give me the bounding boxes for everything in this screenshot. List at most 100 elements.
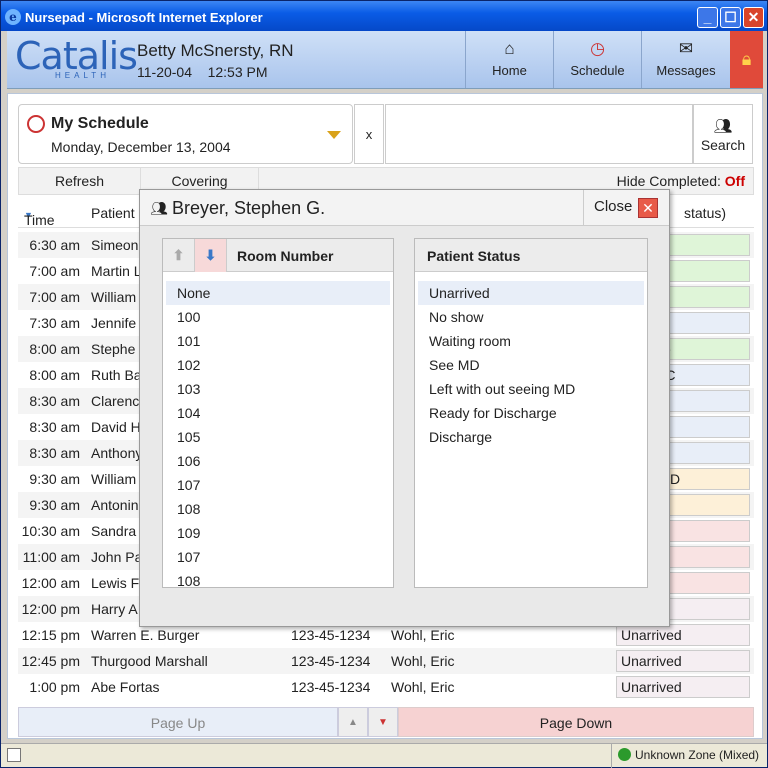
- row-patient: Lewis F: [91, 575, 140, 591]
- status-option[interactable]: See MD: [418, 353, 644, 377]
- pager: Page Up ▲ ▼ Page Down: [18, 707, 754, 737]
- status-option[interactable]: Discharge: [418, 425, 644, 449]
- row-time: 9:30 am: [29, 471, 80, 487]
- row-time: 11:00 am: [22, 549, 80, 565]
- row-doctor: Wohl, Eric: [391, 679, 455, 695]
- row-time: 7:00 am: [29, 289, 80, 305]
- row-status[interactable]: Unarrived: [616, 624, 750, 646]
- room-option[interactable]: 109: [166, 521, 390, 545]
- row-time: 7:00 am: [29, 263, 80, 279]
- row-patient: Jennife: [91, 315, 137, 331]
- row-time: 9:30 am: [29, 497, 80, 513]
- row-time: 12:00 am: [21, 575, 80, 591]
- minimize-button[interactable]: _: [697, 7, 718, 28]
- room-option[interactable]: None: [166, 281, 390, 305]
- page-up-button[interactable]: Page Up: [18, 707, 338, 737]
- room-option[interactable]: 104: [166, 401, 390, 425]
- row-patient: Martin L: [91, 263, 142, 279]
- room-option[interactable]: 106: [166, 449, 390, 473]
- page-down-button[interactable]: Page Down: [398, 707, 754, 737]
- row-patient: Thurgood Marshall: [91, 653, 208, 669]
- close-icon: ✕: [638, 198, 658, 218]
- row-time: 12:00 pm: [21, 601, 80, 617]
- header-datetime: 11-20-04 12:53 PM: [137, 64, 268, 80]
- room-list: None 100 101 102 103 104 105 106 107 108 109 107 108: [166, 281, 390, 587]
- clock-icon: ◷: [590, 39, 605, 58]
- maximize-button[interactable]: ☐: [720, 7, 741, 28]
- catalis-logo: Catalis HEALTH: [15, 34, 138, 80]
- scroll-up-arrow-icon[interactable]: ▲: [338, 707, 368, 737]
- row-time: 8:30 am: [29, 445, 80, 461]
- ie-logo-icon: e: [5, 9, 21, 25]
- row-ssn: 123-45-1234: [291, 653, 371, 669]
- room-option[interactable]: 107: [166, 545, 390, 569]
- clock-icon: [27, 115, 45, 133]
- sort-up-icon[interactable]: ⬆: [163, 239, 195, 272]
- patient-status-panel: Patient Status Unarrived No show Waiting r…: [414, 238, 648, 588]
- row-patient: Warren E. Burger: [91, 627, 200, 643]
- row-time: 10:30 am: [21, 523, 80, 539]
- status-column-header[interactable]: status): [684, 205, 726, 221]
- room-option[interactable]: 108: [166, 497, 390, 521]
- room-option[interactable]: 100: [166, 305, 390, 329]
- room-option[interactable]: 105: [166, 425, 390, 449]
- schedule-selector[interactable]: My Schedule Monday, December 13, 2004: [18, 104, 353, 164]
- status-option[interactable]: No show: [418, 305, 644, 329]
- dialog-header: 👥︎ Breyer, Stephen G. Close ✕: [140, 190, 669, 226]
- row-patient: Stephe: [91, 341, 136, 357]
- user-name: Betty McSnersty, RN: [137, 41, 294, 60]
- lock-icon[interactable]: 🔒︎: [730, 31, 763, 88]
- row-doctor: Wohl, Eric: [391, 653, 455, 669]
- house-icon: ⌂: [504, 39, 515, 58]
- messages-nav-button[interactable]: ✉ Messages: [641, 31, 730, 88]
- people-icon: 👥︎: [713, 118, 733, 135]
- status-option[interactable]: Left with out seeing MD: [418, 377, 644, 401]
- patient-status-header: Patient Status: [427, 248, 521, 264]
- schedule-nav-button[interactable]: ◷ Schedule: [553, 31, 641, 88]
- clear-search-button[interactable]: x: [354, 104, 384, 164]
- row-doctor: Wohl, Eric: [391, 627, 455, 643]
- room-option[interactable]: 103: [166, 377, 390, 401]
- app-header: Catalis HEALTH Betty McSnersty, RN 11-20…: [7, 31, 763, 89]
- row-time: 7:30 am: [29, 315, 80, 331]
- row-ssn: 123-45-1234: [291, 679, 371, 695]
- hide-completed-toggle[interactable]: Hide Completed: Off: [617, 173, 745, 189]
- refresh-button[interactable]: Refresh: [19, 168, 141, 194]
- status-option[interactable]: Ready for Discharge: [418, 401, 644, 425]
- row-ssn: 123-45-1234: [291, 627, 371, 643]
- room-option[interactable]: 101: [166, 329, 390, 353]
- dropdown-arrow-icon[interactable]: [327, 131, 341, 139]
- search-input[interactable]: [385, 104, 693, 164]
- table-row[interactable]: 12:45 pm Thurgood Marshall 123-45-1234 Wohl…: [18, 648, 754, 674]
- room-option[interactable]: 102: [166, 353, 390, 377]
- dialog-close-button[interactable]: Close ✕: [583, 190, 669, 226]
- row-time: 8:30 am: [29, 393, 80, 409]
- table-row[interactable]: 1:00 pm Abe Fortas 123-45-1234 Wohl, Eric Un…: [18, 674, 754, 700]
- row-time: 8:00 am: [29, 341, 80, 357]
- envelope-icon: ✉: [678, 39, 694, 58]
- schedule-date: Monday, December 13, 2004: [51, 139, 231, 155]
- row-status[interactable]: Unarrived: [616, 676, 750, 698]
- title-bar: e Nursepad - Microsoft Internet Explorer…: [1, 1, 767, 31]
- row-patient: Harry A: [91, 601, 138, 617]
- home-nav-button[interactable]: ⌂ Home: [465, 31, 553, 88]
- row-time: 12:15 pm: [21, 627, 80, 643]
- security-zone: Unknown Zone (Mixed): [611, 744, 759, 768]
- time-column-header[interactable]: Time ▼: [24, 205, 55, 228]
- row-patient: Abe Fortas: [91, 679, 160, 695]
- status-option[interactable]: Waiting room: [418, 329, 644, 353]
- browser-window: e Nursepad - Microsoft Internet Explorer…: [0, 0, 768, 768]
- browser-status-bar: Unknown Zone (Mixed): [1, 743, 767, 768]
- row-patient: Sandra: [91, 523, 137, 539]
- room-option[interactable]: 107: [166, 473, 390, 497]
- search-button[interactable]: 👥︎ Search: [693, 104, 753, 164]
- row-time: 1:00 pm: [29, 679, 80, 695]
- close-window-button[interactable]: ✕: [743, 7, 764, 28]
- sort-down-icon[interactable]: ⬇: [195, 239, 227, 272]
- row-status[interactable]: Unarrived: [616, 650, 750, 672]
- patient-column-header[interactable]: Patient: [91, 205, 135, 221]
- room-option[interactable]: 108: [166, 569, 390, 587]
- scroll-down-arrow-icon[interactable]: ▼: [368, 707, 398, 737]
- row-patient: William: [91, 289, 137, 305]
- status-option[interactable]: Unarrived: [418, 281, 644, 305]
